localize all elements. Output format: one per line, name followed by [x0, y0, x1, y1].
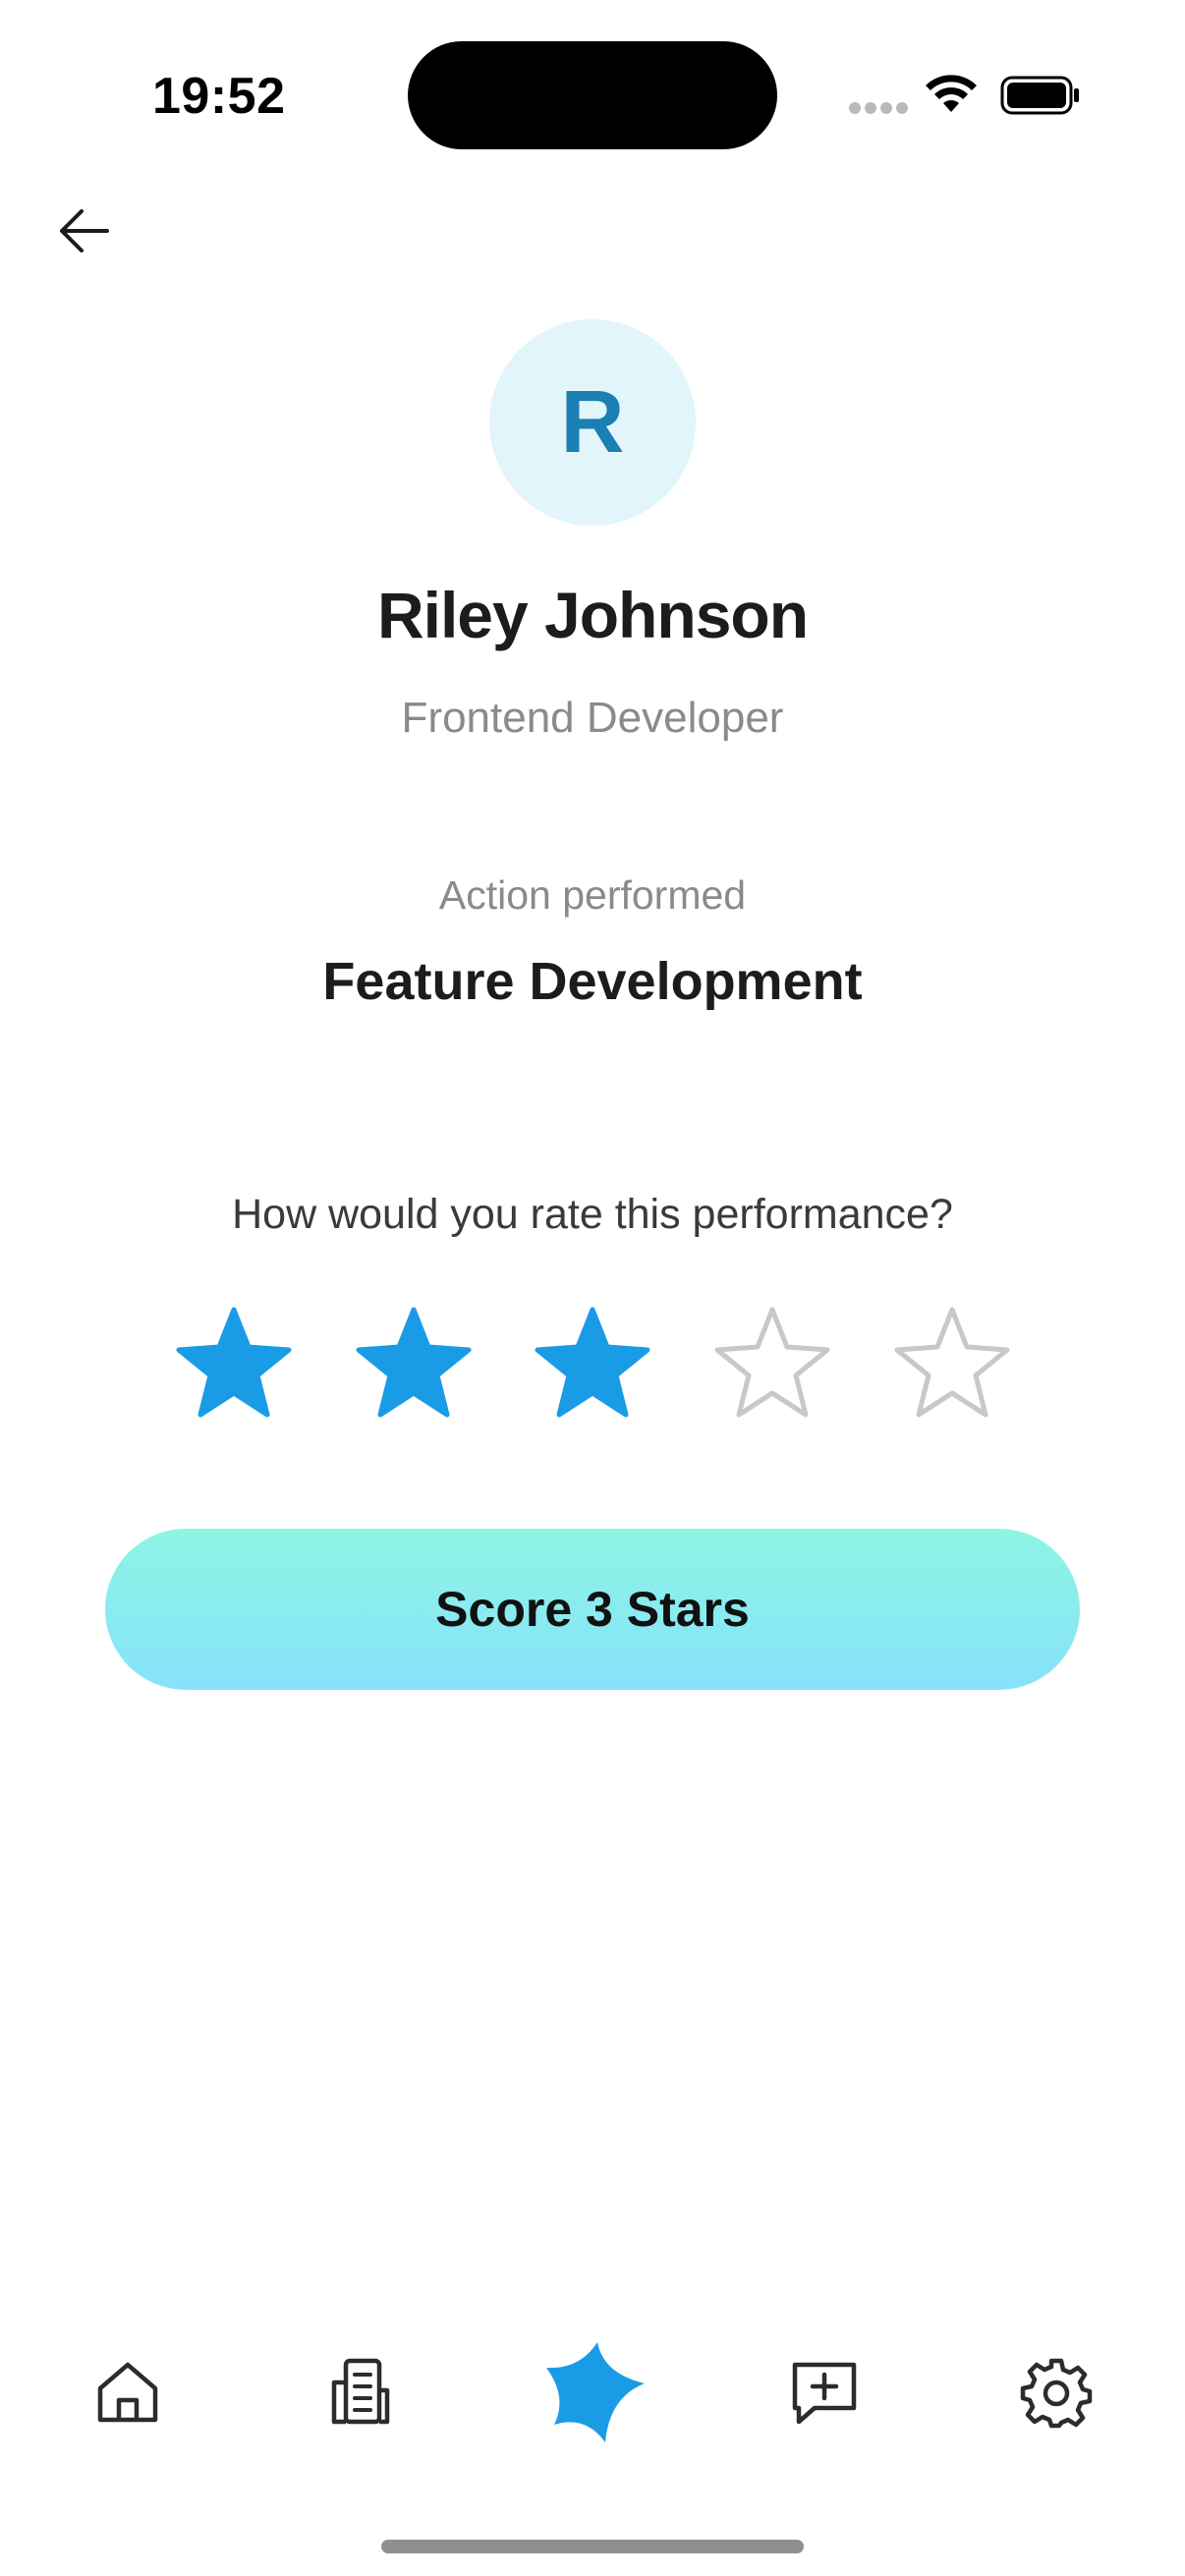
rating-question: How would you rate this performance? — [232, 1191, 953, 1238]
tab-rate[interactable] — [529, 2328, 656, 2456]
star-rating — [0, 1302, 1185, 1429]
tab-settings[interactable] — [992, 2328, 1120, 2456]
tab-feedback[interactable] — [761, 2328, 888, 2456]
person-role: Frontend Developer — [401, 694, 784, 742]
arrow-left-icon — [60, 209, 109, 252]
star-2-icon[interactable] — [350, 1302, 478, 1429]
star-3-icon[interactable] — [529, 1302, 656, 1429]
sparkle-star-icon — [546, 2342, 645, 2442]
message-plus-icon — [792, 2362, 857, 2425]
action-value: Feature Development — [322, 952, 863, 1011]
tab-organization[interactable] — [296, 2328, 423, 2456]
star-4-icon[interactable] — [708, 1302, 836, 1429]
score-button[interactable]: Score 3 Stars — [105, 1529, 1080, 1690]
star-1-icon[interactable] — [170, 1302, 298, 1429]
home-icon — [97, 2362, 158, 2423]
battery-icon — [1000, 76, 1079, 115]
back-button[interactable] — [49, 196, 118, 265]
gear-icon — [1020, 2358, 1093, 2429]
cellular-signal-icon — [849, 102, 908, 116]
dynamic-island — [408, 41, 777, 149]
tab-home[interactable] — [64, 2328, 192, 2456]
star-5-icon[interactable] — [888, 1302, 1016, 1429]
status-time: 19:52 — [152, 68, 286, 125]
wifi-icon — [926, 75, 977, 112]
tab-bar — [0, 2328, 1185, 2456]
status-bar: 19:52 — [0, 0, 1185, 187]
action-caption: Action performed — [438, 872, 747, 918]
building-icon — [331, 2358, 390, 2425]
avatar-initial: R — [560, 372, 625, 472]
person-name: Riley Johnson — [376, 579, 809, 651]
avatar: R — [489, 319, 696, 526]
home-indicator — [381, 2540, 804, 2553]
score-button-label: Score 3 Stars — [435, 1582, 750, 1637]
